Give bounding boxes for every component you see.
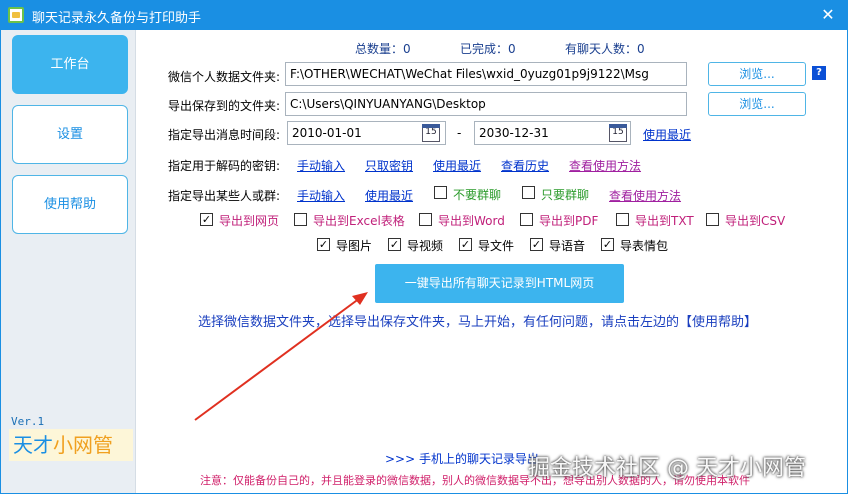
- only-group-label: 只要群聊: [541, 188, 590, 202]
- mobile-export-link[interactable]: >>> 手机上的聊天记录导出: [385, 450, 539, 467]
- media-stickers-checkbox[interactable]: ✓: [601, 238, 614, 251]
- media-stickers-label: 导表情包: [620, 239, 669, 253]
- group-use-recent-link[interactable]: 使用最近: [365, 187, 413, 204]
- sidebar: 工作台 设置 使用帮助 Ver.1 天才小网管: [1, 30, 136, 493]
- stat-contacts: 有聊天人数：0: [565, 42, 645, 56]
- key-label: 指定用于解码的密钥:: [168, 159, 281, 173]
- group-manual-input-link[interactable]: 手动输入: [297, 187, 345, 204]
- group-label: 指定导出某些人或群:: [168, 189, 281, 203]
- export-excel-checkbox[interactable]: [294, 213, 307, 226]
- export-excel-label: 导出到Excel表格: [313, 214, 405, 228]
- key-manual-input-link[interactable]: 手动输入: [297, 157, 345, 174]
- media-files-checkbox[interactable]: ✓: [459, 238, 472, 251]
- media-files-label: 导文件: [478, 239, 515, 253]
- key-use-recent-link[interactable]: 使用最近: [433, 157, 481, 174]
- instruction-text: 选择微信数据文件夹，选择导出保存文件夹，马上开始，有任何问题，请点击左边的【使用…: [198, 315, 758, 330]
- group-help-link[interactable]: 查看使用方法: [609, 187, 681, 204]
- save-folder-input[interactable]: C:\Users\QINYUANYANG\Desktop: [285, 92, 687, 116]
- calendar-icon[interactable]: 15: [609, 124, 627, 142]
- media-videos-label: 导视频: [407, 239, 444, 253]
- media-voice-checkbox[interactable]: ✓: [530, 238, 543, 251]
- version-label: Ver.1: [11, 415, 45, 428]
- export-csv-label: 导出到CSV: [725, 214, 786, 228]
- export-pdf-label: 导出到PDF: [539, 214, 599, 228]
- no-group-label: 不要群聊: [453, 188, 502, 202]
- logo: 天才小网管: [9, 429, 133, 461]
- export-word-label: 导出到Word: [438, 214, 505, 228]
- data-folder-input[interactable]: F:\OTHER\WECHAT\WeChat Files\wxid_0yuzg0…: [285, 62, 687, 86]
- export-html-label: 导出到网页: [219, 214, 280, 228]
- media-images-checkbox[interactable]: ✓: [317, 238, 330, 251]
- export-txt-checkbox[interactable]: [616, 213, 629, 226]
- export-txt-label: 导出到TXT: [635, 214, 694, 228]
- watermark: 掘金技术社区 @ 天才小网管: [528, 456, 806, 481]
- browse-save-folder-button[interactable]: 浏览...: [708, 92, 806, 116]
- media-videos-checkbox[interactable]: ✓: [388, 238, 401, 251]
- title-bar: 聊天记录永久备份与打印助手 ✕: [0, 0, 848, 30]
- no-group-checkbox[interactable]: [434, 186, 447, 199]
- date-separator: -: [457, 126, 462, 140]
- key-only-link[interactable]: 只取密钥: [365, 157, 413, 174]
- date-range-label: 指定导出消息时间段:: [168, 128, 281, 142]
- export-html-checkbox[interactable]: ✓: [200, 213, 213, 226]
- sidebar-item-workbench[interactable]: 工作台: [12, 35, 128, 94]
- export-csv-checkbox[interactable]: [706, 213, 719, 226]
- key-history-link[interactable]: 查看历史: [501, 157, 549, 174]
- stat-done: 已完成：0: [460, 42, 516, 56]
- export-pdf-checkbox[interactable]: [520, 213, 533, 226]
- export-word-checkbox[interactable]: [419, 213, 432, 226]
- export-all-html-button[interactable]: 一键导出所有聊天记录到HTML网页: [375, 264, 624, 303]
- key-help-link[interactable]: 查看使用方法: [569, 157, 641, 174]
- media-images-label: 导图片: [336, 239, 373, 253]
- window-title: 聊天记录永久备份与打印助手: [32, 11, 202, 26]
- browse-data-folder-button[interactable]: 浏览...: [708, 62, 806, 86]
- stat-total: 总数量：0: [355, 42, 411, 56]
- close-icon[interactable]: ✕: [808, 0, 848, 30]
- media-voice-label: 导语音: [549, 239, 586, 253]
- sidebar-item-help[interactable]: 使用帮助: [12, 175, 128, 234]
- date-to-input[interactable]: 2030-12-31 15: [474, 121, 631, 145]
- calendar-icon[interactable]: 15: [422, 124, 440, 142]
- date-from-input[interactable]: 2010-01-01 15: [287, 121, 446, 145]
- data-folder-label: 微信个人数据文件夹:: [168, 70, 281, 84]
- sidebar-item-settings[interactable]: 设置: [12, 105, 128, 164]
- help-icon[interactable]: ?: [812, 66, 826, 80]
- use-recent-date-link[interactable]: 使用最近: [643, 126, 691, 143]
- app-icon: [8, 7, 24, 23]
- only-group-checkbox[interactable]: [522, 186, 535, 199]
- save-folder-label: 导出保存到的文件夹:: [168, 99, 281, 113]
